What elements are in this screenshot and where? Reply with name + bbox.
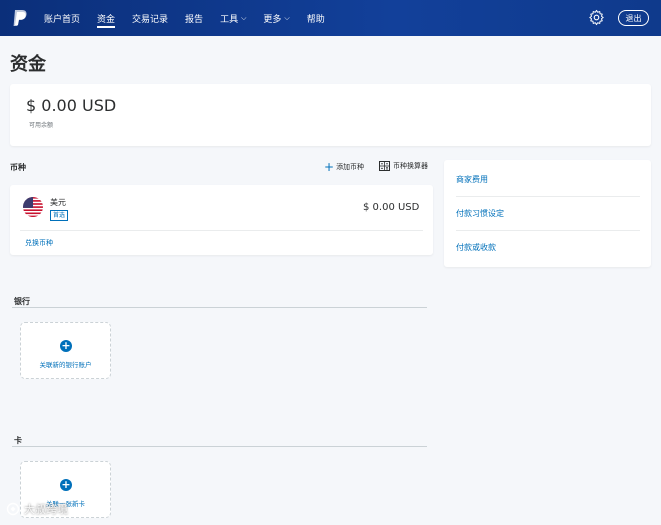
chevron-down-icon: ⌵ — [284, 13, 290, 22]
nav-item-more[interactable]: 更多 ⌵ — [263, 0, 289, 36]
plus-icon: + — [60, 478, 72, 491]
gear-icon[interactable] — [588, 9, 605, 26]
page-title: 资金 — [10, 54, 46, 75]
divider — [12, 446, 427, 447]
merchant-fees-link[interactable]: 商家费用 — [456, 174, 488, 185]
divider — [20, 230, 423, 231]
balance-amount: $ 0.00 USD — [26, 96, 117, 115]
plus-icon: + — [60, 339, 72, 352]
send-receive-link[interactable]: 付款或收款 — [456, 242, 496, 253]
nav-item-reports[interactable]: 报告 — [185, 0, 203, 36]
watermark-logo-icon — [6, 502, 20, 516]
side-links-card: 商家费用 付款习惯设定 付款或收款 — [444, 160, 651, 267]
card-heading: 卡 — [14, 436, 22, 445]
divider — [12, 307, 427, 308]
watermark: 大叔跨境 — [6, 501, 68, 517]
divider — [456, 196, 640, 197]
primary-badge: 首选 — [50, 210, 69, 221]
currency-card: 美元 首选 $ 0.00 USD 兑换币种 — [10, 185, 433, 255]
balance-label: 可用余额 — [29, 122, 54, 129]
nav-item-tools[interactable]: 工具 ⌵ — [220, 0, 246, 36]
paypal-logo-icon[interactable] — [12, 9, 28, 27]
add-currency-button[interactable]: + 添加币种 — [324, 161, 364, 173]
currency-converter-label: 币种换算器 — [393, 162, 428, 170]
nav-item-account-home[interactable]: 账户首页 — [44, 0, 80, 36]
divider — [456, 230, 640, 231]
calculator-icon — [379, 161, 390, 171]
watermark-text: 大叔跨境 — [24, 503, 68, 516]
top-nav-bar: 账户首页 资金 交易记录 报告 工具 ⌵ 更多 ⌵ 帮助 退出 — [0, 0, 661, 36]
payment-preferences-link[interactable]: 付款习惯设定 — [456, 208, 504, 219]
nav-item-transactions[interactable]: 交易记录 — [132, 0, 168, 36]
nav-item-funds[interactable]: 资金 — [97, 0, 116, 36]
balance-card: $ 0.00 USD 可用余额 — [10, 84, 651, 146]
bank-heading: 银行 — [14, 297, 30, 306]
currency-name: 美元 — [50, 198, 66, 207]
logout-button[interactable]: 退出 — [618, 10, 649, 26]
currency-converter-button[interactable]: 币种换算器 — [379, 161, 428, 171]
main-nav: 账户首页 资金 交易记录 报告 工具 ⌵ 更多 ⌵ 帮助 — [44, 0, 342, 36]
add-currency-label: 添加币种 — [336, 163, 365, 171]
link-bank-account-button[interactable]: + 关联新的银行账户 — [20, 322, 111, 379]
convert-currency-link[interactable]: 兑换币种 — [25, 238, 53, 248]
link-bank-label: 关联新的银行账户 — [39, 361, 92, 369]
nav-item-help[interactable]: 帮助 — [307, 0, 325, 36]
currency-amount: $ 0.00 USD — [363, 202, 420, 213]
chevron-down-icon: ⌵ — [241, 13, 247, 22]
currency-heading: 币种 — [10, 163, 26, 172]
us-flag-icon — [23, 197, 43, 217]
plus-icon: + — [324, 160, 335, 174]
